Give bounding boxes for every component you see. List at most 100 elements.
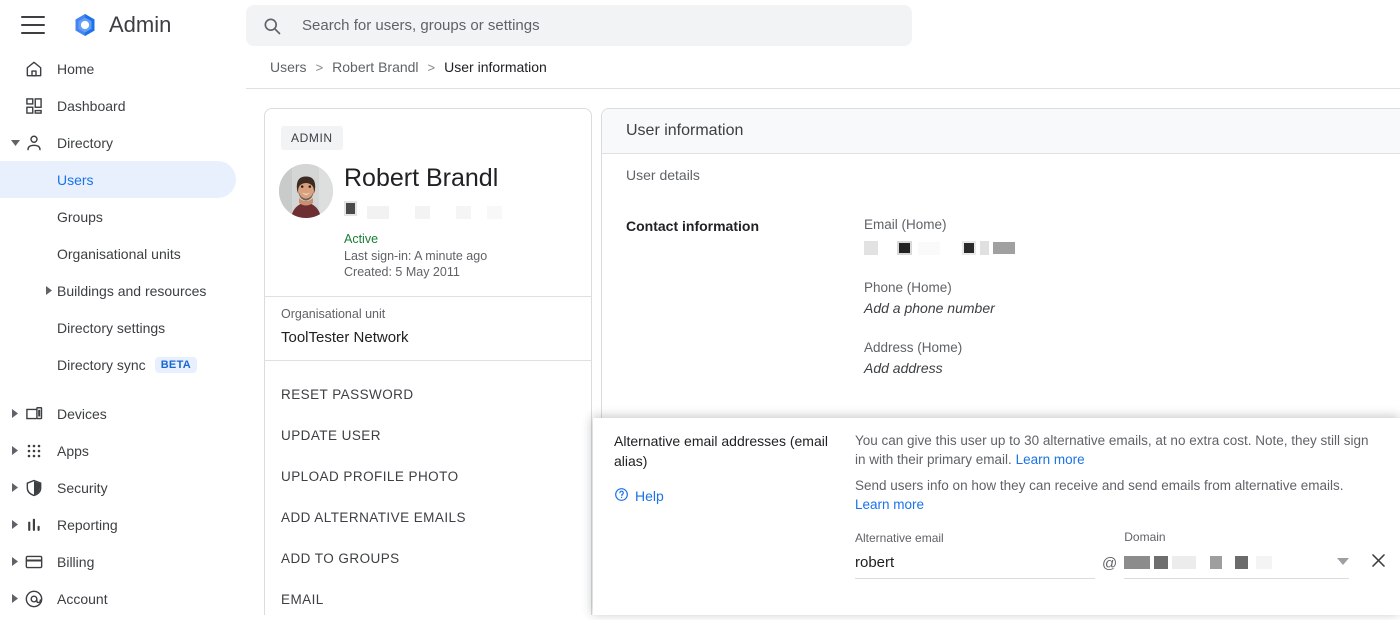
user-details-label: User details <box>626 167 700 183</box>
sidebar-item-label: Security <box>57 479 108 496</box>
sidebar-item-label: Groups <box>57 208 103 225</box>
sidebar-item-label: Apps <box>57 442 89 459</box>
caret-right-icon[interactable] <box>8 407 22 421</box>
sidebar-item-directory-sync[interactable]: Directory sync BETA <box>0 346 236 383</box>
help-link[interactable]: Help <box>614 487 829 505</box>
sidebar-item-devices[interactable]: Devices <box>0 395 236 432</box>
desc-text-2: Send users info on how they can receive … <box>855 478 1344 493</box>
alias-form-row: Alternative email @ Domain <box>855 530 1388 579</box>
caret-right-icon[interactable] <box>8 444 22 458</box>
caret-right-icon[interactable] <box>8 592 22 606</box>
domain-field[interactable]: Domain <box>1124 530 1350 579</box>
field-address-home[interactable]: Address (Home) Add address <box>864 340 1019 376</box>
desc-text-1: You can give this user up to 30 alternat… <box>855 433 1369 467</box>
apps-grid-icon <box>24 441 44 461</box>
breadcrumb-item-2: User information <box>444 59 547 75</box>
contact-fields: Email (Home) Phone (Home) Add a phone nu… <box>864 217 1019 376</box>
sidebar-item-label: Billing <box>57 553 95 570</box>
sidebar-item-groups[interactable]: Groups <box>0 198 236 235</box>
alternative-email-input[interactable] <box>855 554 1095 579</box>
search-icon <box>262 16 282 36</box>
sidebar-item-reporting[interactable]: Reporting <box>0 506 236 543</box>
caret-right-icon[interactable] <box>8 518 22 532</box>
user-full-name: Robert Brandl <box>344 164 499 192</box>
user-profile-card: ADMIN Robert Brandl Active Last sign-in:… <box>264 108 592 615</box>
sidebar-item-users[interactable]: Users <box>0 161 236 198</box>
email-value-redacted <box>864 240 1019 256</box>
sidebar-item-home[interactable]: Home <box>0 50 236 87</box>
field-phone-home[interactable]: Phone (Home) Add a phone number <box>864 280 1019 316</box>
caret-right-icon[interactable] <box>42 284 56 298</box>
sidebar-item-label: Buildings and resources <box>57 282 207 299</box>
sidebar-item-directory[interactable]: Directory <box>0 124 236 161</box>
close-icon[interactable] <box>1369 551 1388 575</box>
panel-title: User information <box>602 109 1400 154</box>
home-icon <box>24 59 44 79</box>
sidebar-item-billing[interactable]: Billing <box>0 543 236 580</box>
field-label: Phone (Home) <box>864 280 952 295</box>
card-divider-2 <box>265 360 591 361</box>
sidebar-item-dashboard[interactable]: Dashboard <box>0 87 236 124</box>
learn-more-link-2[interactable]: Learn more <box>855 497 924 512</box>
global-search-bar[interactable] <box>246 5 912 46</box>
sidebar-item-label: Users <box>57 171 94 188</box>
field-hint[interactable]: Add address <box>864 360 1019 376</box>
sidebar-item-apps[interactable]: Apps <box>0 432 236 469</box>
sidebar-item-organisational-units[interactable]: Organisational units <box>0 235 236 272</box>
breadcrumb-item-1[interactable]: Robert Brandl <box>332 59 418 75</box>
action-reset-password[interactable]: RESET PASSWORD <box>265 374 591 415</box>
sidebar-item-label: Organisational units <box>57 245 181 262</box>
caret-down-icon[interactable] <box>8 136 22 150</box>
sidebar-item-directory-settings[interactable]: Directory settings <box>0 309 236 346</box>
sidebar-item-label: Home <box>57 60 95 77</box>
at-symbol: @ <box>1102 555 1118 572</box>
brand-title: Admin <box>109 12 172 37</box>
action-upload-profile-photo[interactable]: UPLOAD PROFILE PHOTO <box>265 456 591 497</box>
overlay-description-2: Send users info on how they can receive … <box>855 476 1375 514</box>
sidebar-item-label: Directory sync <box>57 356 146 373</box>
google-admin-logo-icon <box>71 11 99 39</box>
overlay-title: Alternative email addresses (email alias… <box>614 433 828 469</box>
overlay-description: You can give this user up to 30 alternat… <box>855 431 1375 514</box>
domain-label: Domain <box>1124 530 1166 544</box>
shield-icon <box>24 478 44 498</box>
sidebar-item-label: Directory <box>57 134 114 151</box>
organisational-unit-block: Organisational unit ToolTester Network <box>281 307 409 346</box>
credit-card-icon <box>24 552 44 572</box>
profile-action-list: RESET PASSWORD UPDATE USER UPLOAD PROFILE … <box>265 374 591 620</box>
admin-role-badge: ADMIN <box>281 126 343 150</box>
sidebar-item-label: Directory settings <box>57 319 166 336</box>
domain-select[interactable] <box>1124 553 1350 579</box>
action-add-to-groups[interactable]: ADD TO GROUPS <box>265 538 591 579</box>
action-email[interactable]: EMAIL <box>265 579 591 620</box>
card-divider-1 <box>265 296 591 297</box>
action-add-alternative-emails[interactable]: ADD ALTERNATIVE EMAILS <box>265 497 591 538</box>
bar-chart-icon <box>24 515 44 535</box>
header-divider <box>246 88 1400 89</box>
sidebar-item-security[interactable]: Security <box>0 469 236 506</box>
hamburger-menu-icon[interactable] <box>21 16 45 34</box>
overlay-description-1: You can give this user up to 30 alternat… <box>855 431 1375 469</box>
breadcrumb-item-0[interactable]: Users <box>270 59 307 75</box>
caret-right-icon[interactable] <box>8 481 22 495</box>
action-update-user[interactable]: UPDATE USER <box>265 415 591 456</box>
search-input[interactable] <box>302 17 862 34</box>
brand[interactable]: Admin <box>71 11 171 39</box>
alternative-email-field[interactable]: Alternative email <box>855 531 1095 579</box>
sidebar-item-buildings-and-resources[interactable]: Buildings and resources <box>0 272 236 309</box>
caret-right-icon[interactable] <box>8 555 22 569</box>
chevron-down-icon[interactable] <box>1337 553 1350 571</box>
field-email-home[interactable]: Email (Home) <box>864 217 1019 256</box>
beta-badge: BETA <box>154 356 198 373</box>
at-circle-icon <box>24 589 44 609</box>
learn-more-link-1[interactable]: Learn more <box>1016 452 1085 467</box>
help-label: Help <box>635 488 664 504</box>
avatar[interactable] <box>279 164 333 218</box>
sidebar-item-label: Dashboard <box>57 97 126 114</box>
sidebar-navigation: Home Dashboard Directory Users Groups Organis… <box>0 50 246 615</box>
sidebar-item-label: Reporting <box>57 516 118 533</box>
user-status-block: Active Last sign-in: A minute ago Create… <box>344 231 487 280</box>
field-hint[interactable]: Add a phone number <box>864 300 1019 316</box>
domain-value-redacted <box>1124 555 1337 569</box>
sidebar-item-account[interactable]: Account <box>0 580 236 615</box>
